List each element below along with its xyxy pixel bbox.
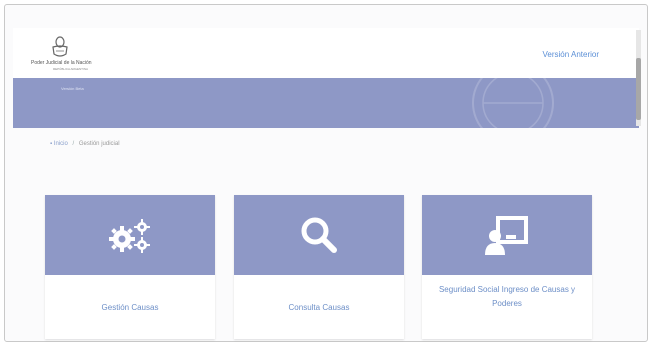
beta-label: Versión Beta [61, 86, 84, 91]
gears-icon [109, 219, 150, 253]
home-icon: ▪ [50, 141, 53, 147]
crest-watermark-icon [472, 78, 554, 128]
card-label: Gestión Causas [101, 303, 159, 312]
card-label: Seguridad Social Ingreso de Causas y Pod… [438, 285, 576, 308]
scrollbar-thumb[interactable] [636, 58, 641, 120]
header-banner: Versión Beta [13, 78, 639, 128]
card-gestion-causas[interactable]: Gestión Causas [45, 195, 215, 339]
card-consulta-causas[interactable]: Consulta Causas [234, 195, 404, 339]
institution-name[interactable]: Poder Judicial de la Nación [31, 60, 92, 66]
breadcrumb: ▪ Inicio / Gestión judicial [50, 141, 120, 147]
card-header [45, 195, 215, 275]
card-label: Consulta Causas [288, 303, 350, 312]
breadcrumb-separator: / [72, 141, 75, 147]
card-seguridad-social[interactable]: Seguridad Social Ingreso de Causas y Pod… [422, 195, 592, 339]
institution-subtitle: REPÚBLICA ARGENTINA [53, 67, 89, 71]
breadcrumb-current: Gestión judicial [78, 141, 120, 147]
card-header [234, 195, 404, 275]
card-header [422, 195, 592, 275]
top-header: Poder Judicial de la Nación REPÚBLICA AR… [13, 28, 639, 78]
breadcrumb-home[interactable]: Inicio [54, 141, 68, 147]
previous-version-link[interactable]: Versión Anterior [543, 50, 599, 59]
coat-of-arms-logo [52, 36, 68, 57]
search-icon [301, 217, 337, 253]
user-screen-icon [485, 216, 528, 255]
